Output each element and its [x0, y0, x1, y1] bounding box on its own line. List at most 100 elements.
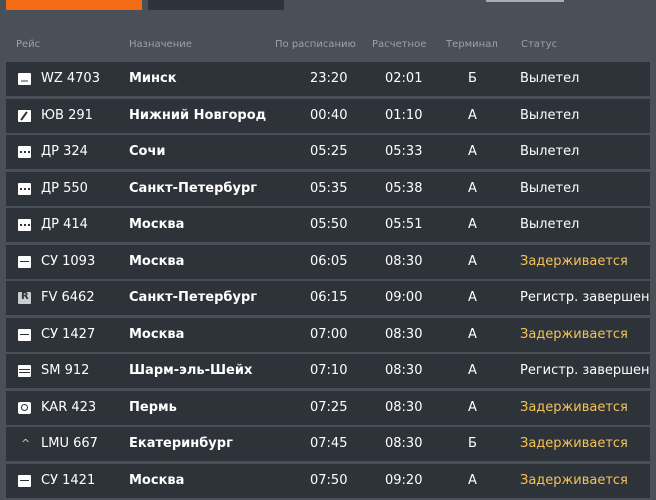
header-destination: Назначение	[129, 39, 192, 50]
table-row[interactable]: ДР 550 Санкт-Петербург 05:35 05:38 А Вылетел	[6, 171, 650, 206]
table-row[interactable]: СУ 1093 Москва 06:05 08:30 А Задерживается	[6, 244, 650, 279]
table-row[interactable]: ДР 414 Москва 05:50 05:51 А Вылетел	[6, 208, 650, 242]
scheduled-time: 07:50	[310, 472, 348, 488]
flight-number: СУ 1427	[41, 326, 96, 342]
estimated-time: 02:01	[385, 71, 423, 86]
line-logo-icon	[18, 328, 31, 341]
flight-number: LMU 667	[41, 436, 98, 451]
scheduled-time: 05:35	[310, 180, 348, 196]
status-text: Вылетел	[520, 217, 580, 232]
flight-number: ЮВ 291	[41, 107, 93, 123]
terminal: А	[468, 217, 477, 232]
table-row[interactable]: FV 6462 Санкт-Петербург 06:15 09:00 А Регистр…	[6, 281, 650, 315]
terminal: А	[468, 144, 477, 159]
terminal: А	[468, 290, 477, 305]
estimated-time: 05:38	[385, 180, 423, 196]
header-scheduled: По расписанию	[275, 39, 356, 50]
scheduled-time: 07:45	[310, 436, 348, 451]
destination: Санкт-Петербург	[129, 290, 258, 305]
header-status: Статус	[521, 39, 558, 50]
destination: Москва	[129, 253, 185, 269]
estimated-time: 08:30	[385, 399, 423, 415]
header-estimated: Расчетное	[372, 39, 427, 50]
flight-number: ДР 414	[41, 217, 88, 232]
terminal: А	[468, 399, 477, 415]
destination: Нижний Новгород	[129, 107, 267, 123]
destination: Шарм-эль-Шейх	[129, 363, 253, 378]
wizz-icon	[18, 73, 31, 85]
status-text: Задерживается	[520, 399, 628, 415]
flight-number: KAR 423	[41, 399, 97, 415]
flight-number: ДР 550	[41, 180, 88, 196]
table-row[interactable]: ЮВ 291 Нижний Новгород 00:40 01:10 А Вылетел	[6, 98, 650, 133]
terminal: А	[468, 472, 477, 488]
status-text: Задерживается	[520, 436, 628, 451]
terminal: А	[468, 253, 477, 269]
scheduled-time: 00:40	[310, 107, 348, 123]
table-row[interactable]: СУ 1427 Москва 07:00 08:30 А Задерживается	[6, 317, 650, 352]
stripes-logo-icon	[18, 365, 31, 377]
scheduled-time: 05:25	[310, 144, 348, 159]
dots-logo-icon	[18, 146, 31, 158]
header-flight: Рейс	[16, 39, 41, 50]
line-logo-icon	[18, 255, 31, 268]
status-text: Задерживается	[520, 253, 628, 269]
destination: Пермь	[129, 399, 177, 415]
status-text: Задерживается	[520, 472, 628, 488]
line-logo-icon	[18, 474, 31, 487]
terminal: Б	[468, 436, 477, 451]
status-text: Вылетел	[520, 144, 580, 159]
flight-number: WZ 4703	[41, 71, 100, 86]
status-text: Задерживается	[520, 326, 628, 342]
destination: Москва	[129, 472, 185, 488]
terminal: А	[468, 107, 477, 123]
scheduled-time: 07:25	[310, 399, 348, 415]
flight-board: WZ 4703 Минск 23:20 02:01 Б Вылетел ЮВ 291 Нижн…	[6, 62, 650, 500]
terminal: Б	[468, 71, 477, 86]
destination: Санкт-Петербург	[129, 180, 258, 196]
dots-logo-icon	[18, 219, 31, 231]
estimated-time: 08:30	[385, 436, 423, 451]
flight-number: СУ 1421	[41, 472, 96, 488]
destination: Минск	[129, 71, 177, 86]
status-text: Регистр. завершен	[520, 290, 650, 305]
destination: Сочи	[129, 144, 166, 159]
status-text: Вылетел	[520, 107, 580, 123]
flight-number: FV 6462	[41, 290, 95, 305]
estimated-time: 05:33	[385, 144, 423, 159]
estimated-time: 08:30	[385, 363, 423, 378]
flight-number: СУ 1093	[41, 253, 96, 269]
table-header: Рейс Назначение По расписанию Расчетное …	[0, 36, 656, 54]
estimated-time: 09:00	[385, 290, 423, 305]
estimated-time: 08:30	[385, 326, 423, 342]
scheduled-time: 07:10	[310, 363, 348, 378]
scheduled-time: 07:00	[310, 326, 348, 342]
estimated-time: 08:30	[385, 253, 423, 269]
destination: Москва	[129, 326, 185, 342]
slash-logo-icon	[18, 109, 31, 122]
status-text: Вылетел	[520, 71, 580, 86]
table-row[interactable]: LMU 667 Екатеринбург 07:45 08:30 Б Задерживае…	[6, 427, 650, 461]
scheduled-time: 06:15	[310, 290, 348, 305]
terminal: А	[468, 363, 477, 378]
filter-button[interactable]	[486, 0, 564, 2]
estimated-time: 05:51	[385, 217, 423, 232]
scheduled-time: 05:50	[310, 217, 348, 232]
table-row[interactable]: ДР 324 Сочи 05:25 05:33 А Вылетел	[6, 135, 650, 169]
tab-departures[interactable]	[6, 0, 142, 10]
flight-number: SM 912	[41, 363, 90, 378]
tab-arrivals[interactable]	[148, 0, 284, 10]
table-row[interactable]: WZ 4703 Минск 23:20 02:01 Б Вылетел	[6, 62, 650, 96]
estimated-time: 09:20	[385, 472, 423, 488]
table-row[interactable]: SM 912 Шарм-эль-Шейх 07:10 08:30 А Регистр. з…	[6, 354, 650, 388]
header-terminal: Терминал	[446, 39, 498, 50]
table-row[interactable]: KAR 423 Пермь 07:25 08:30 А Задерживается	[6, 390, 650, 425]
terminal: А	[468, 326, 477, 342]
caret-logo-icon	[18, 437, 31, 450]
table-row[interactable]: СУ 1421 Москва 07:50 09:20 А Задерживается	[6, 463, 650, 498]
status-text: Регистр. завершен	[520, 363, 650, 378]
status-text: Вылетел	[520, 180, 580, 196]
scheduled-time: 23:20	[310, 71, 348, 86]
r-logo-icon	[18, 291, 31, 304]
destination: Москва	[129, 217, 185, 232]
